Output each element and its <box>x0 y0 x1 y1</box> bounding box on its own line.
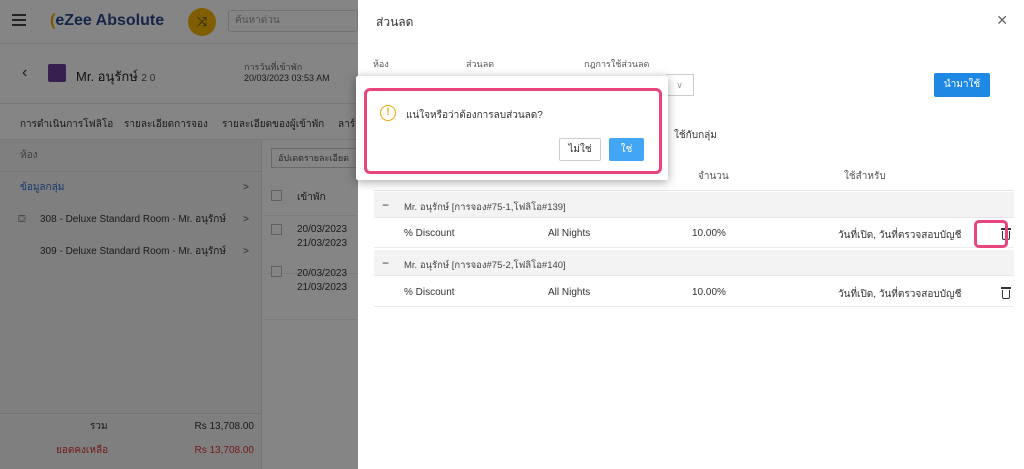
discount-group-row[interactable]: − Mr. อนุรักษ์ [การจอง#75-2,โฟลิโอ#140] <box>374 250 1014 276</box>
apply-to-group-option[interactable]: ใช้กับกลุ่ม <box>674 128 717 143</box>
discount-apply-for: วันที่เปิด, วันที่ตรวจสอบบัญชี <box>838 289 962 300</box>
discount-field-label: ส่วนลด <box>466 59 495 69</box>
yes-button[interactable]: ใช่ <box>609 138 644 161</box>
discount-drawer: ส่วนลด ✕ ห้อง ส่วนลด กฎการใช้ส่วนลด ∨ นำ… <box>358 0 1024 469</box>
dialog-highlight-box <box>364 88 662 174</box>
chevron-down-icon[interactable]: ∨ <box>666 74 694 96</box>
col-amount: จำนวน <box>698 171 729 182</box>
discount-nights: All Nights <box>548 228 591 239</box>
discount-nights: All Nights <box>548 287 591 298</box>
modal-backdrop[interactable] <box>0 0 358 469</box>
discount-group-row[interactable]: − Mr. อนุรักษ์ [การจอง#75-1,โฟลิโอ#139] <box>374 192 1014 218</box>
confirm-message: แน่ใจหรือว่าต้องการลบส่วนลด? <box>406 110 543 121</box>
header-divider <box>374 190 1014 191</box>
discount-rule-label: กฎการใช้ส่วนลด <box>584 59 650 69</box>
room-field-label: ห้อง <box>373 59 389 69</box>
discount-type: % Discount <box>404 228 455 239</box>
collapse-icon[interactable]: − <box>382 256 389 270</box>
close-icon[interactable]: ✕ <box>996 12 1008 29</box>
discount-row: % Discount All Nights 10.00% วันที่เปิด,… <box>374 218 1014 248</box>
discount-row: % Discount All Nights 10.00% วันที่เปิด,… <box>374 277 1014 307</box>
trash-icon[interactable] <box>1001 287 1011 299</box>
app-window: (eZee Absolute ⤨ ค้นหาด่วน ‹ Mr. อนุรักษ… <box>0 0 358 469</box>
discount-amount: 10.00% <box>692 287 726 298</box>
discount-apply-for: วันที่เปิด, วันที่ตรวจสอบบัญชี <box>838 230 962 241</box>
drawer-title: ส่วนลด <box>376 15 414 29</box>
warning-icon: ! <box>380 105 396 121</box>
no-button[interactable]: ไม่ใช่ <box>559 138 601 161</box>
confirm-delete-dialog: ! แน่ใจหรือว่าต้องการลบส่วนลด? ไม่ใช่ ใช… <box>356 76 668 180</box>
group-title: Mr. อนุรักษ์ [การจอง#75-1,โฟลิโอ#139] <box>404 202 566 213</box>
discount-type: % Discount <box>404 287 455 298</box>
collapse-icon[interactable]: − <box>382 198 389 212</box>
col-apply-for: ใช้สำหรับ <box>844 171 886 182</box>
delete-highlight-box <box>974 220 1008 248</box>
apply-button[interactable]: นำมาใช้ <box>934 73 990 97</box>
discount-amount: 10.00% <box>692 228 726 239</box>
group-title: Mr. อนุรักษ์ [การจอง#75-2,โฟลิโอ#140] <box>404 260 566 271</box>
